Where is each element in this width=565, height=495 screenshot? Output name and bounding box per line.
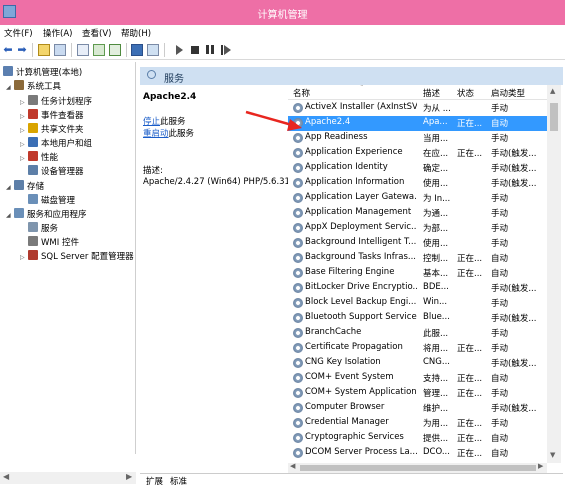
annotation-arrow-shaft bbox=[245, 110, 293, 127]
annotation-arrow bbox=[245, 110, 302, 131]
annotation-arrow-head bbox=[287, 119, 302, 131]
